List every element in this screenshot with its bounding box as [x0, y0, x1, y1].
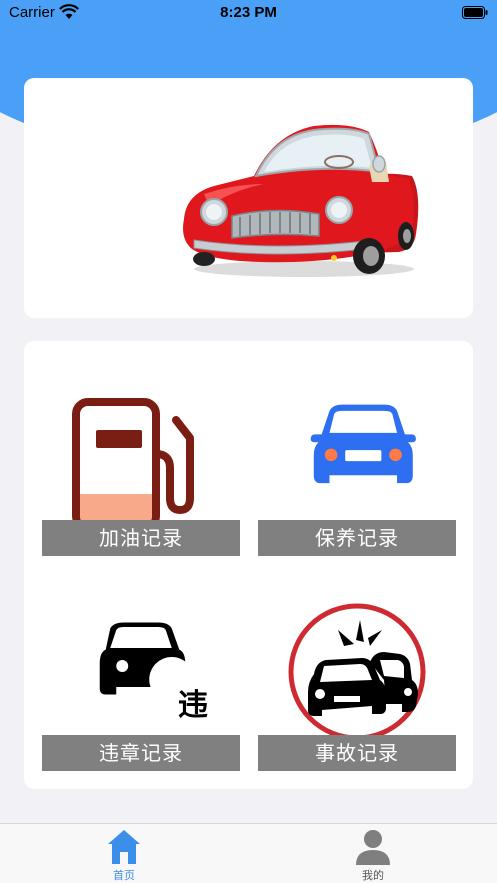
- fuel-pump-icon: [72, 398, 194, 532]
- user-icon: [356, 830, 390, 865]
- accident-record-tile[interactable]: 事故记录: [258, 556, 456, 771]
- maintenance-record-label: 保养记录: [258, 520, 456, 556]
- maintenance-record-tile[interactable]: 保养记录: [258, 341, 456, 556]
- status-bar: Carrier 8:23 PM: [0, 0, 497, 26]
- tab-bar: 首页 我的: [0, 823, 497, 883]
- red-car-illustration: [183, 124, 419, 277]
- tab-home-label: 首页: [113, 869, 135, 882]
- status-time: 8:23 PM: [220, 4, 277, 21]
- home-screen: Carrier 8:23 PM 加油记录 保养记录 违 违章记录 事故记录 首页…: [0, 0, 497, 883]
- tab-home[interactable]: 首页: [0, 824, 248, 883]
- violation-record-tile[interactable]: 违 违章记录: [42, 556, 240, 771]
- violation-badge-text: 违: [178, 688, 208, 723]
- car-accident-icon: [288, 603, 426, 741]
- fuel-record-tile[interactable]: 加油记录: [42, 341, 240, 556]
- car-front-icon: [310, 404, 416, 484]
- battery-icon: [462, 6, 488, 19]
- violation-car-icon: [99, 622, 195, 702]
- tab-mine[interactable]: 我的: [249, 824, 497, 883]
- banner-card: [24, 78, 473, 318]
- violation-record-label: 违章记录: [42, 735, 240, 771]
- accident-record-label: 事故记录: [258, 735, 456, 771]
- tab-mine-label: 我的: [362, 869, 384, 882]
- records-grid-card: 加油记录 保养记录 违 违章记录 事故记录: [24, 341, 473, 789]
- fuel-record-label: 加油记录: [42, 520, 240, 556]
- home-icon: [108, 830, 140, 864]
